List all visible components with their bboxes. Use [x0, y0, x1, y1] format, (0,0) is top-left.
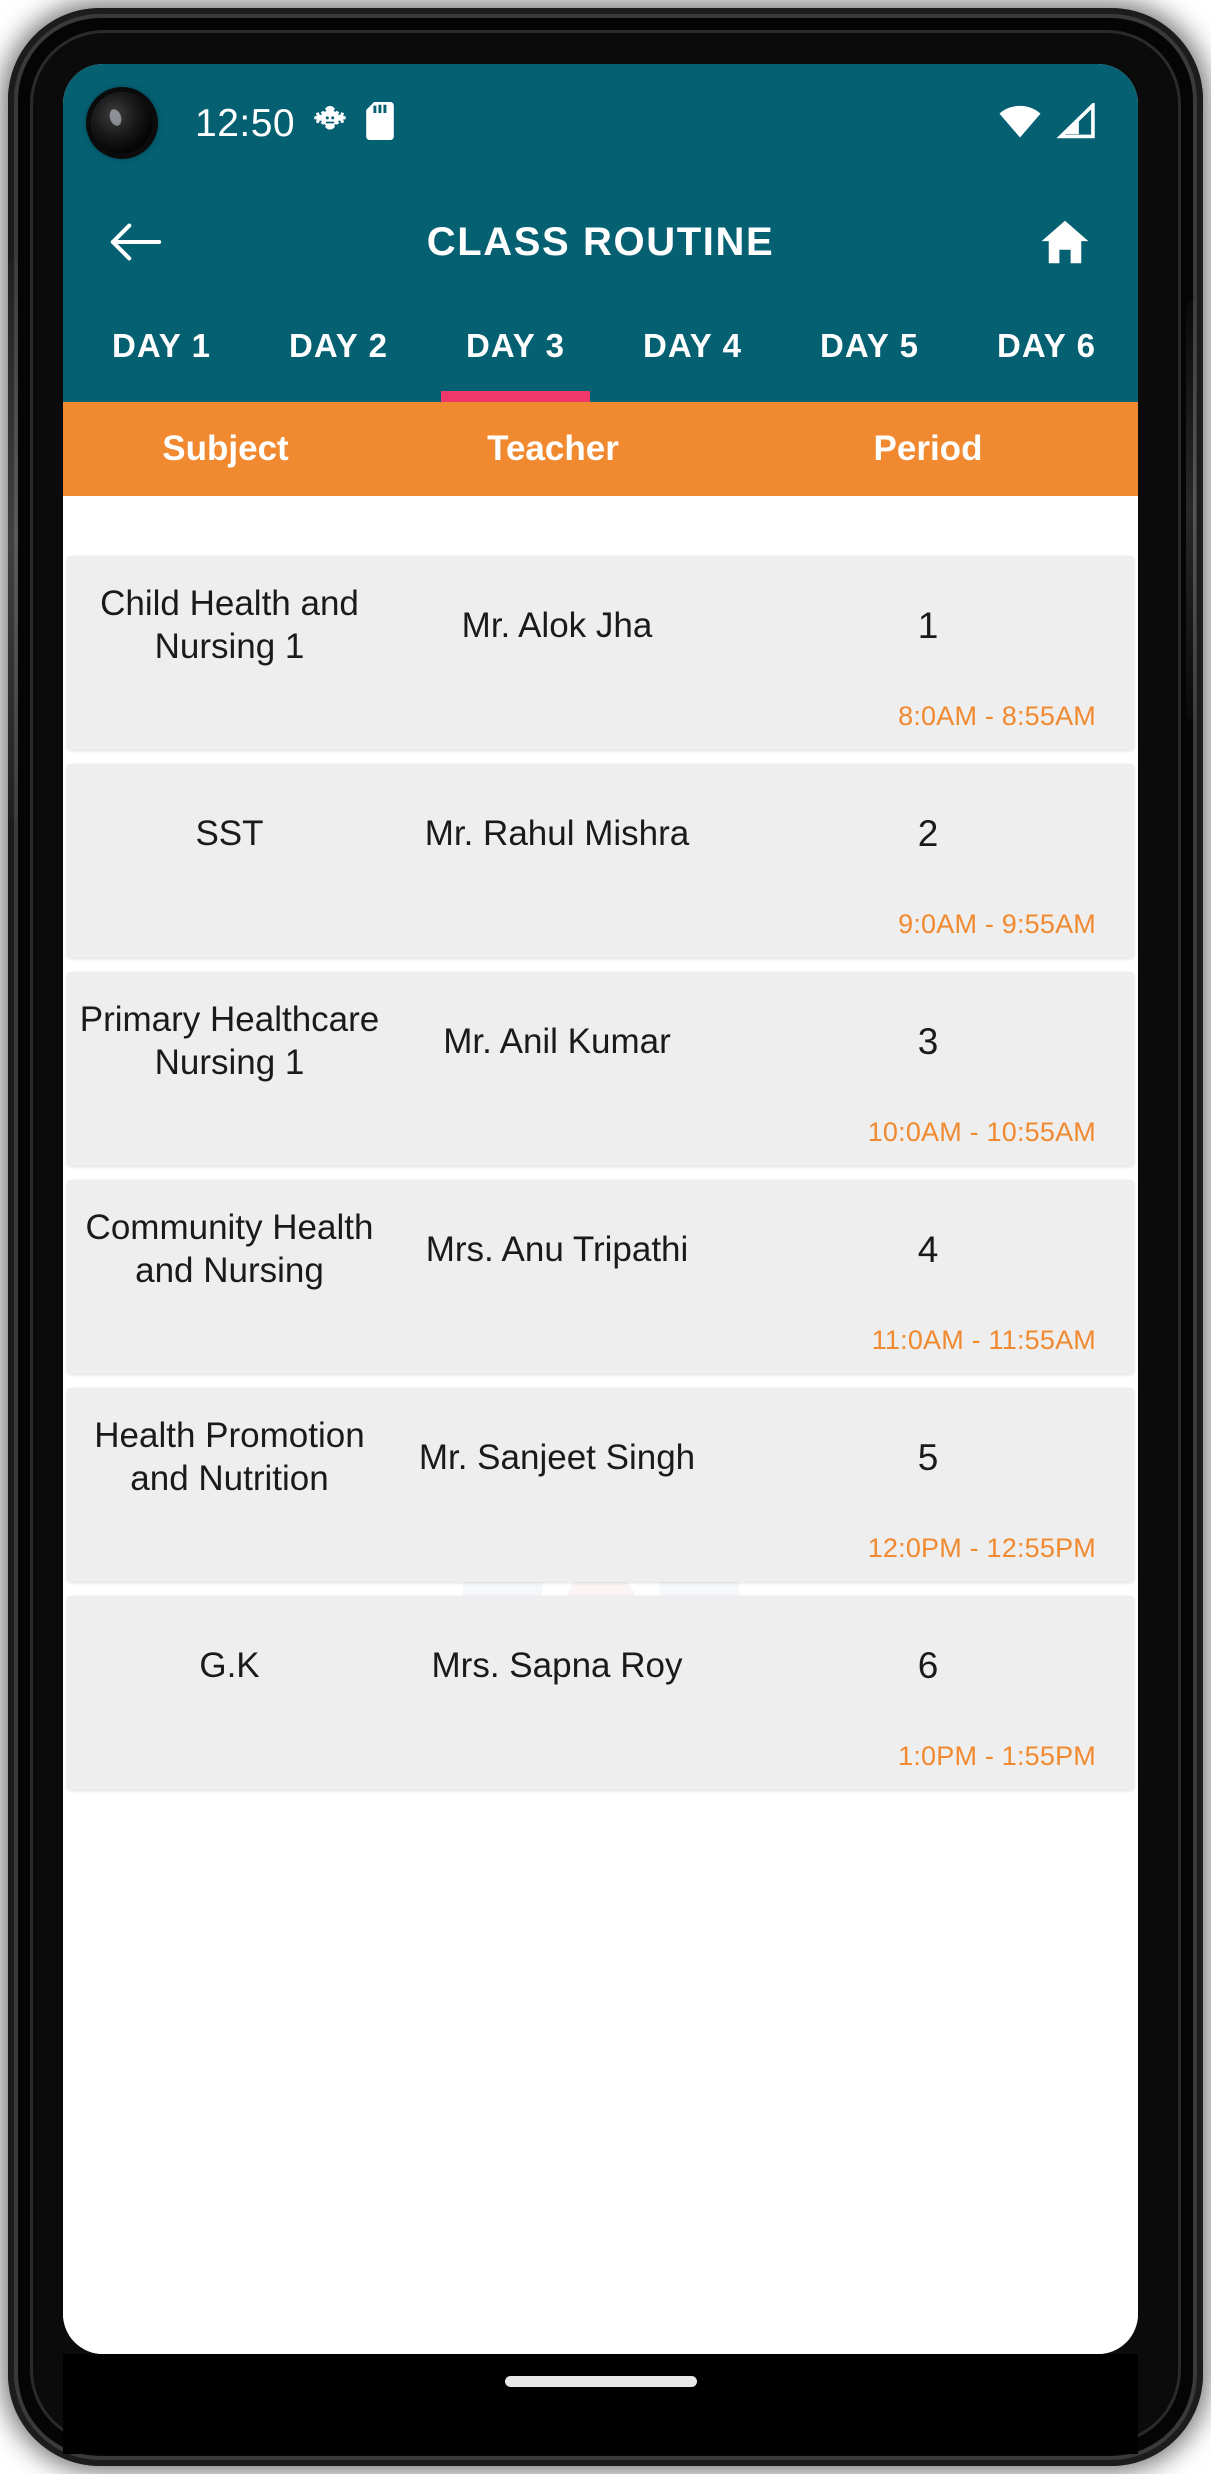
system-navigation-bar	[63, 2354, 1138, 2454]
cell-period: 4	[917, 1229, 939, 1271]
tab-label: DAY 6	[996, 327, 1097, 364]
cell-period: 1	[917, 605, 939, 647]
front-camera-punch-hole	[91, 92, 153, 154]
wifi-icon	[998, 103, 1042, 144]
table-row[interactable]: Community Health and Nursing Mrs. Anu Tr…	[67, 1180, 1134, 1374]
status-bar-left-group: 12:50	[195, 101, 395, 145]
cell-period: 5	[917, 1437, 939, 1479]
frame-edge-highlight-left	[8, 260, 18, 820]
row-main-content: G.K Mrs. Sapna Roy 6	[67, 1596, 1134, 1736]
cell-teacher: Mrs. Sapna Roy	[431, 1645, 683, 1685]
sd-card-icon	[365, 101, 395, 145]
cell-time-range: 1:0PM - 1:55PM	[898, 1741, 1096, 1771]
cell-subject: G.K	[199, 1645, 260, 1685]
arrow-left-icon	[110, 223, 162, 261]
tab-label: DAY 2	[288, 327, 389, 364]
cell-period: 2	[917, 813, 939, 855]
class-routine-list[interactable]: Child Health and Nursing 1 Mr. Alok Jha …	[63, 496, 1138, 2354]
cell-teacher: Mr. Sanjeet Singh	[418, 1437, 696, 1477]
cell-subject: Health Promotion and Nutrition	[94, 1416, 365, 1498]
camera-lens-glint	[107, 107, 124, 128]
status-bar-right-group	[998, 100, 1096, 144]
cell-time-range: 8:0AM - 8:55AM	[898, 701, 1096, 731]
tab-label: DAY 4	[642, 327, 743, 364]
home-icon	[1041, 220, 1089, 264]
cell-time-range: 11:0AM - 11:55AM	[871, 1325, 1096, 1355]
tab-day-1[interactable]: DAY 1	[73, 302, 250, 402]
tab-day-4[interactable]: DAY 4	[604, 302, 781, 402]
day-tab-bar[interactable]: DAY 1 DAY 2 DAY 3 DAY 4 DAY 5 DAY 6	[63, 302, 1138, 402]
cell-subject: SST	[195, 813, 264, 853]
back-button[interactable]	[99, 205, 173, 279]
table-row[interactable]: Child Health and Nursing 1 Mr. Alok Jha …	[67, 556, 1134, 750]
row-main-content: Child Health and Nursing 1 Mr. Alok Jha …	[67, 556, 1134, 696]
app-bar: CLASS ROUTINE	[63, 182, 1138, 302]
status-bar: 12:50	[63, 64, 1138, 182]
cell-teacher: Mrs. Anu Tripathi	[425, 1229, 689, 1269]
cellular-signal-icon	[1056, 100, 1096, 144]
table-row[interactable]: SST Mr. Rahul Mishra 2 9:0AM - 9:55AM	[67, 764, 1134, 958]
cell-teacher: Mr. Alok Jha	[461, 605, 653, 645]
table-row[interactable]: G.K Mrs. Sapna Roy 6 1:0PM - 1:55PM	[67, 1596, 1134, 1790]
tab-day-6[interactable]: DAY 6	[958, 302, 1135, 402]
page-title: CLASS ROUTINE	[426, 219, 775, 264]
day-tab-strip[interactable]: DAY 1 DAY 2 DAY 3 DAY 4 DAY 5 DAY 6	[63, 302, 1138, 402]
column-header-period: Period	[873, 429, 983, 468]
frame-edge-highlight-right	[1186, 300, 1196, 720]
cell-time-range: 12:0PM - 12:55PM	[867, 1533, 1096, 1563]
row-main-content: SST Mr. Rahul Mishra 2	[67, 764, 1134, 904]
tab-day-3[interactable]: DAY 3	[427, 302, 604, 402]
cell-time-range: 9:0AM - 9:55AM	[898, 909, 1096, 939]
column-header-teacher: Teacher	[487, 429, 619, 468]
home-gesture-pill[interactable]	[504, 2376, 697, 2387]
status-bar-clock: 12:50	[195, 101, 296, 145]
cell-subject: Community Health and Nursing	[85, 1208, 374, 1290]
tab-label: DAY 3	[465, 327, 566, 364]
tab-label: DAY 5	[819, 327, 920, 364]
home-button[interactable]	[1028, 205, 1102, 279]
cell-teacher: Mr. Rahul Mishra	[424, 813, 690, 853]
table-row[interactable]: Primary Healthcare Nursing 1 Mr. Anil Ku…	[67, 972, 1134, 1166]
table-header-row: Subject Teacher Period	[63, 402, 1138, 496]
column-header-subject: Subject	[162, 429, 289, 468]
tab-day-2[interactable]: DAY 2	[250, 302, 427, 402]
phone-screen: 12:50 CLASS ROUTINE DAY 1 DAY 2 DAY 3 DA…	[63, 64, 1138, 2354]
cell-subject: Primary Healthcare Nursing 1	[79, 1000, 380, 1082]
cell-period: 3	[917, 1021, 939, 1063]
bug-icon	[311, 102, 349, 145]
row-main-content: Primary Healthcare Nursing 1 Mr. Anil Ku…	[67, 972, 1134, 1112]
table-row[interactable]: Health Promotion and Nutrition Mr. Sanje…	[67, 1388, 1134, 1582]
row-main-content: Community Health and Nursing Mrs. Anu Tr…	[67, 1180, 1134, 1320]
cell-time-range: 10:0AM - 10:55AM	[867, 1117, 1096, 1147]
tab-label: DAY 1	[111, 327, 212, 364]
cell-subject: Child Health and Nursing 1	[100, 584, 359, 666]
row-main-content: Health Promotion and Nutrition Mr. Sanje…	[67, 1388, 1134, 1528]
cell-period: 6	[917, 1645, 939, 1687]
tab-day-5[interactable]: DAY 5	[781, 302, 958, 402]
cell-teacher: Mr. Anil Kumar	[443, 1021, 671, 1061]
